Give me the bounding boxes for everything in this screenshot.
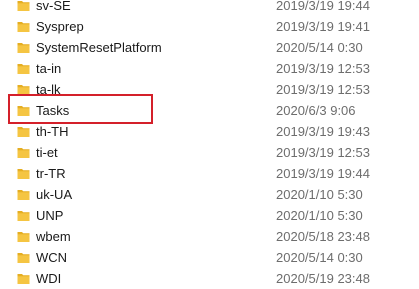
file-name: tr-TR bbox=[36, 166, 66, 181]
file-name: Tasks bbox=[36, 103, 70, 118]
folder-icon bbox=[17, 167, 30, 180]
file-row-uk-ua[interactable]: uk-UA 2020/1/10 5:30 bbox=[0, 184, 419, 205]
file-modified-date: 2019/3/19 19:44 bbox=[276, 166, 370, 181]
file-list: sv-SE 2019/3/19 19:44 Sysprep 2019/3/19 … bbox=[0, 0, 419, 289]
file-row-ti-et[interactable]: ti-et 2019/3/19 12:53 bbox=[0, 142, 419, 163]
file-row-systemresetplatform[interactable]: SystemResetPlatform 2020/5/14 0:30 bbox=[0, 37, 419, 58]
file-modified-date: 2020/5/14 0:30 bbox=[276, 250, 363, 265]
folder-icon bbox=[17, 188, 30, 201]
file-modified-date: 2020/5/18 23:48 bbox=[276, 229, 370, 244]
file-row-tr-tr[interactable]: tr-TR 2019/3/19 19:44 bbox=[0, 163, 419, 184]
file-modified-date: 2020/1/10 5:30 bbox=[276, 187, 363, 202]
file-name: WCN bbox=[36, 250, 68, 265]
folder-icon bbox=[17, 125, 30, 138]
file-row-ta-lk[interactable]: ta-lk 2019/3/19 12:53 bbox=[0, 79, 419, 100]
file-modified-date: 2020/1/10 5:30 bbox=[276, 208, 363, 223]
file-name: uk-UA bbox=[36, 187, 73, 202]
folder-icon bbox=[17, 83, 30, 96]
file-row-tasks[interactable]: Tasks 2020/6/3 9:06 bbox=[0, 100, 419, 121]
file-name: wbem bbox=[36, 229, 71, 244]
folder-icon bbox=[17, 20, 30, 33]
folder-icon bbox=[17, 62, 30, 75]
file-row-wbem[interactable]: wbem 2020/5/18 23:48 bbox=[0, 226, 419, 247]
file-name: sv-SE bbox=[36, 0, 71, 13]
file-name: Sysprep bbox=[36, 19, 84, 34]
file-name: UNP bbox=[36, 208, 64, 223]
file-modified-date: 2019/3/19 19:44 bbox=[276, 0, 370, 13]
file-row-ta-in[interactable]: ta-in 2019/3/19 12:53 bbox=[0, 58, 419, 79]
file-row-wcn[interactable]: WCN 2020/5/14 0:30 bbox=[0, 247, 419, 268]
file-name: ta-in bbox=[36, 61, 62, 76]
folder-icon bbox=[17, 251, 30, 264]
file-row-sv-se[interactable]: sv-SE 2019/3/19 19:44 bbox=[0, 0, 419, 16]
file-name: ta-lk bbox=[36, 82, 61, 97]
folder-icon bbox=[17, 41, 30, 54]
file-name: SystemResetPlatform bbox=[36, 40, 162, 55]
file-modified-date: 2020/6/3 9:06 bbox=[276, 103, 356, 118]
file-modified-date: 2020/5/14 0:30 bbox=[276, 40, 363, 55]
folder-icon bbox=[17, 209, 30, 222]
file-modified-date: 2019/3/19 12:53 bbox=[276, 61, 370, 76]
file-row-unp[interactable]: UNP 2020/1/10 5:30 bbox=[0, 205, 419, 226]
file-modified-date: 2019/3/19 19:43 bbox=[276, 124, 370, 139]
file-modified-date: 2019/3/19 19:41 bbox=[276, 19, 370, 34]
file-modified-date: 2019/3/19 12:53 bbox=[276, 82, 370, 97]
file-modified-date: 2019/3/19 12:53 bbox=[276, 145, 370, 160]
file-row-sysprep[interactable]: Sysprep 2019/3/19 19:41 bbox=[0, 16, 419, 37]
folder-icon bbox=[17, 230, 30, 243]
file-row-th-th[interactable]: th-TH 2019/3/19 19:43 bbox=[0, 121, 419, 142]
folder-icon bbox=[17, 104, 30, 117]
file-name: th-TH bbox=[36, 124, 69, 139]
folder-icon bbox=[17, 0, 30, 12]
file-name: ti-et bbox=[36, 145, 58, 160]
folder-icon bbox=[17, 146, 30, 159]
